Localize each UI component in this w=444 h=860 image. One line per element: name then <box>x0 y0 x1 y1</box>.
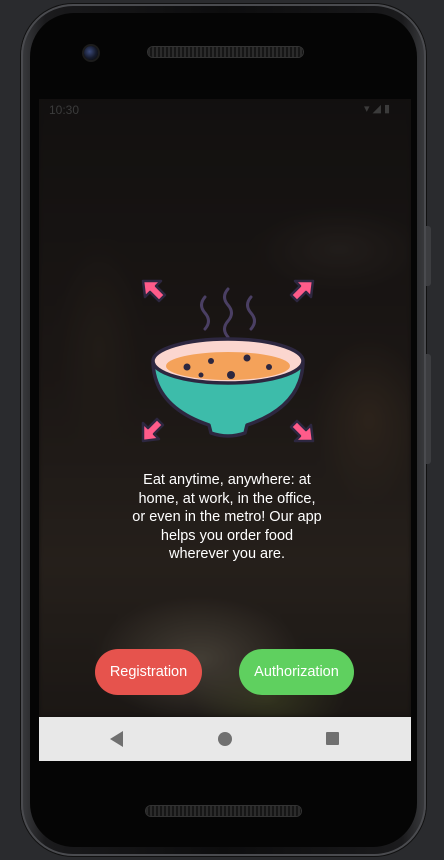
registration-button[interactable]: Registration <box>95 649 202 695</box>
arrow-top-right-icon <box>289 279 315 303</box>
top-speaker <box>148 47 303 57</box>
signal-icon: ◢ <box>372 103 384 115</box>
status-icons: ▾◢▮ <box>364 102 393 115</box>
arrow-bottom-left-icon <box>141 417 165 443</box>
recent-apps-icon[interactable] <box>326 732 339 745</box>
navigation-bar <box>39 717 411 761</box>
app-screen: 10:30 ▾◢▮ Eat anytime, anywhere: at home… <box>39 99 411 761</box>
status-bar: 10:30 ▾◢▮ <box>39 99 411 121</box>
soup-bowl-icon <box>135 275 321 451</box>
battery-icon: ▮ <box>383 103 393 115</box>
power-button <box>426 226 431 286</box>
bottom-speaker <box>146 806 301 816</box>
arrow-bottom-right-icon <box>289 419 315 443</box>
arrow-top-left-icon <box>141 279 167 303</box>
home-icon[interactable] <box>218 732 232 746</box>
front-camera <box>84 46 98 60</box>
status-time: 10:30 <box>49 103 80 117</box>
volume-button <box>426 354 431 464</box>
authorization-button[interactable]: Authorization <box>239 649 354 695</box>
back-icon[interactable] <box>110 731 123 747</box>
onboarding-description: Eat anytime, anywhere: at home, at work,… <box>132 472 322 562</box>
